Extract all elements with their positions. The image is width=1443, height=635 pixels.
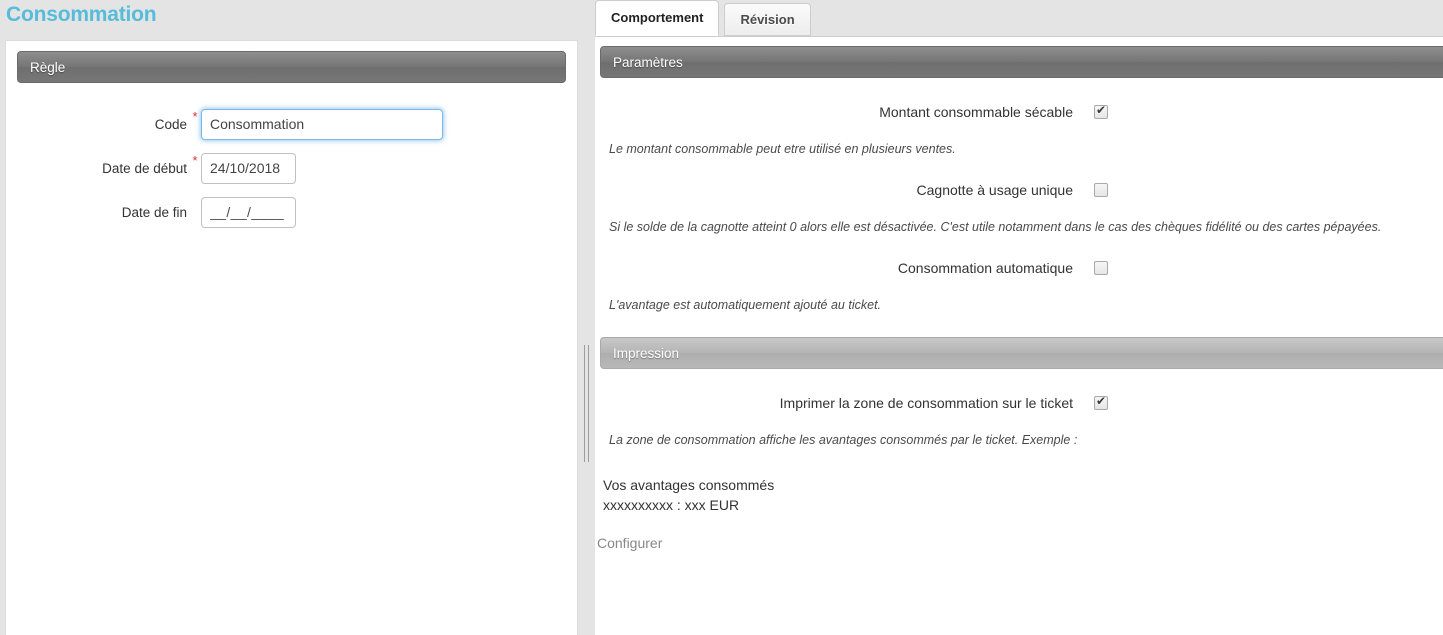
option-label-imprimer-zone: Imprimer la zone de consommation sur le … [779, 395, 1073, 411]
form-row-code: Code * [6, 107, 577, 141]
option-row-imprimer-zone: Imprimer la zone de consommation sur le … [595, 394, 1443, 411]
required-marker-code: * [192, 109, 198, 124]
left-pane: Consommation Règle Code * Date de début … [0, 0, 579, 635]
option-help-cagnotte-usage-unique: Si le solde de la cagnotte atteint 0 alo… [609, 220, 1382, 234]
page-title: Consommation [6, 3, 157, 26]
behavior-panel: Paramètres Montant consommable sécable L… [595, 36, 1443, 635]
date-debut-input[interactable] [201, 152, 296, 184]
application-window: Consommation Règle Code * Date de début … [0, 0, 1443, 635]
option-label-cagnotte-usage-unique: Cagnotte à usage unique [916, 182, 1073, 198]
section-header-regle-label: Règle [30, 60, 66, 75]
required-marker-date-debut: * [192, 153, 198, 168]
checkbox-imprimer-zone[interactable] [1094, 394, 1108, 410]
label-date-debut: Date de début [102, 160, 187, 176]
option-row-consommation-automatique: Consommation automatique [595, 260, 1443, 276]
pane-splitter[interactable] [579, 0, 595, 635]
tab-revision[interactable]: Révision [724, 3, 811, 36]
rule-card: Règle Code * Date de début * Date de fin [5, 40, 578, 635]
option-row-montant-secable: Montant consommable sécable [595, 103, 1443, 120]
option-help-consommation-automatique: L'avantage est automatiquement ajouté au… [609, 298, 882, 312]
option-row-cagnotte-usage-unique: Cagnotte à usage unique [595, 182, 1443, 198]
label-code: Code [154, 116, 187, 132]
section-header-parametres-label: Paramètres [613, 55, 683, 70]
form-row-date-fin: Date de fin [6, 195, 577, 229]
option-help-imprimer-zone: La zone de consommation affiche les avan… [609, 433, 1078, 447]
option-label-consommation-automatique: Consommation automatique [897, 260, 1073, 276]
section-header-parametres[interactable]: Paramètres [600, 46, 1443, 78]
code-input[interactable] [201, 108, 443, 140]
section-header-regle[interactable]: Règle [17, 51, 566, 83]
section-header-impression-label: Impression [613, 346, 680, 361]
checkbox-consommation-automatique[interactable] [1094, 261, 1108, 275]
checkbox-cagnotte-usage-unique[interactable] [1094, 183, 1108, 197]
ticket-example-block: Vos avantages consommés xxxxxxxxxx : xxx… [595, 475, 1443, 515]
tab-comportement-label: Comportement [611, 10, 704, 25]
label-date-fin: Date de fin [121, 204, 187, 220]
tab-strip: Comportement Révision [595, 0, 1443, 36]
configure-link[interactable]: Configurer [595, 535, 1443, 551]
splitter-grip-icon[interactable] [584, 345, 589, 462]
checkbox-montant-secable[interactable] [1094, 103, 1108, 119]
option-label-montant-secable: Montant consommable sécable [879, 104, 1073, 120]
ticket-example-line-2: xxxxxxxxxx : xxx EUR [603, 497, 740, 513]
ticket-example-line-1: Vos avantages consommés [603, 477, 775, 493]
tab-comportement[interactable]: Comportement [595, 0, 720, 36]
form-row-date-debut: Date de début * [6, 151, 577, 185]
date-fin-input[interactable] [201, 196, 296, 228]
option-help-montant-secable: Le montant consommable peut etre utilisé… [609, 142, 956, 156]
section-header-impression[interactable]: Impression [600, 337, 1443, 369]
right-pane: Comportement Révision Paramètres Montant… [595, 0, 1443, 635]
rule-form: Code * Date de début * Date de fin [6, 107, 577, 229]
tab-revision-label: Révision [740, 12, 795, 27]
